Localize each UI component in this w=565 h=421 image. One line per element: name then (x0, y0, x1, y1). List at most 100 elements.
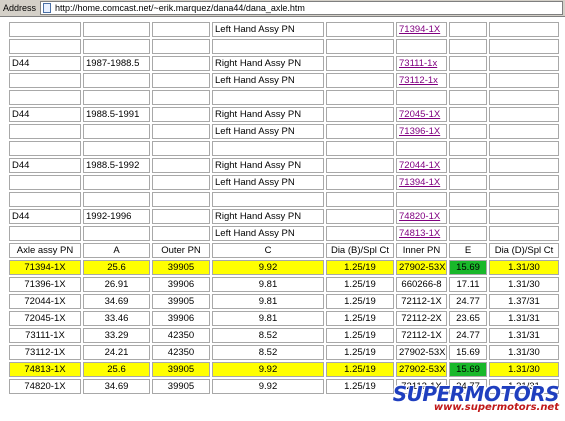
spec-cell: 71394-1X (9, 260, 81, 275)
spec-cell: 72112-2X (396, 311, 447, 326)
assy-row: Left Hand Assy PN 71394-1X (9, 22, 559, 37)
side-cell (212, 141, 324, 156)
empty-cell (152, 175, 210, 190)
part-number-link[interactable]: 71396-1X (399, 126, 440, 137)
address-input[interactable]: http://home.comcast.net/~erik.marquez/da… (40, 1, 563, 15)
empty-cell (326, 56, 394, 71)
empty-cell (449, 209, 487, 224)
specs-row: 74813-1X 25.6 39905 9.92 1.25/19 27902-53X 15.… (9, 362, 559, 377)
page-icon (43, 3, 51, 13)
spec-cell: 17.11 (449, 277, 487, 292)
assy-row: D44 1987-1988.5 Right Hand Assy PN 73111-1x (9, 56, 559, 71)
specs-row: 72044-1X 34.69 39905 9.81 1.25/19 72112-1X 24.… (9, 294, 559, 309)
side-cell: Right Hand Assy PN (212, 209, 324, 224)
spec-cell: 1.31/30 (489, 260, 559, 275)
spec-cell: 9.81 (212, 311, 324, 326)
assy-row (9, 141, 559, 156)
empty-cell (326, 192, 394, 207)
empty-cell (449, 124, 487, 139)
address-bar: Address http://home.comcast.net/~erik.ma… (0, 0, 565, 17)
spec-cell: 72112-1X (396, 379, 447, 394)
spec-cell: 33.46 (83, 311, 150, 326)
side-cell (212, 90, 324, 105)
part-number-link[interactable]: 71394-1X (399, 24, 440, 35)
spec-cell: 1.25/19 (326, 311, 394, 326)
side-cell: Left Hand Assy PN (212, 73, 324, 88)
assy-row: Left Hand Assy PN 73112-1x (9, 73, 559, 88)
part-number-link[interactable]: 72044-1X (399, 160, 440, 171)
address-url[interactable]: http://home.comcast.net/~erik.marquez/da… (55, 3, 305, 13)
specs-row: 73112-1X 24.21 42350 8.52 1.25/19 27902-53X 15… (9, 345, 559, 360)
model-cell (9, 124, 81, 139)
spec-cell: 34.69 (83, 379, 150, 394)
pn-cell: 72044-1X (396, 158, 447, 173)
model-cell: D44 (9, 107, 81, 122)
empty-cell (489, 226, 559, 241)
part-number-link[interactable]: 74813-1X (399, 228, 440, 239)
empty-cell (326, 226, 394, 241)
spec-cell: 660266-8 (396, 277, 447, 292)
spec-cell: 15.69 (449, 362, 487, 377)
column-header: C (212, 243, 324, 258)
spec-cell: 9.81 (212, 277, 324, 292)
part-number-link[interactable]: 72045-1X (399, 109, 440, 120)
empty-cell (152, 73, 210, 88)
model-cell (9, 226, 81, 241)
empty-cell (152, 90, 210, 105)
empty-cell (489, 158, 559, 173)
years-cell: 1992-1996 (83, 209, 150, 224)
specs-row: 73111-1X 33.29 42350 8.52 1.25/19 72112-1X 24.… (9, 328, 559, 343)
part-number-link[interactable]: 73111-1x (399, 58, 437, 69)
empty-cell (489, 192, 559, 207)
spec-cell: 33.29 (83, 328, 150, 343)
spec-cell: 1.31/30 (489, 345, 559, 360)
spec-cell: 42350 (152, 328, 210, 343)
spec-cell: 39905 (152, 362, 210, 377)
spec-cell: 9.92 (212, 260, 324, 275)
empty-cell (152, 22, 210, 37)
empty-cell (449, 22, 487, 37)
spec-cell: 27902-53X (396, 260, 447, 275)
empty-cell (449, 73, 487, 88)
column-header: Dia (B)/Spl Ct (326, 243, 394, 258)
empty-cell (326, 158, 394, 173)
empty-cell (489, 90, 559, 105)
years-cell (83, 90, 150, 105)
spec-cell: 9.92 (212, 362, 324, 377)
side-cell (212, 39, 324, 54)
pn-cell: 71396-1X (396, 124, 447, 139)
empty-cell (326, 39, 394, 54)
empty-cell (152, 141, 210, 156)
spec-cell: 9.92 (212, 379, 324, 394)
empty-cell (449, 107, 487, 122)
empty-cell (152, 124, 210, 139)
empty-cell (152, 192, 210, 207)
specs-row: 72045-1X 33.46 39906 9.81 1.25/19 72112-2X 23.… (9, 311, 559, 326)
empty-cell (449, 90, 487, 105)
model-cell (9, 192, 81, 207)
empty-cell (489, 39, 559, 54)
spec-cell: 74813-1X (9, 362, 81, 377)
spec-cell: 72112-1X (396, 294, 447, 309)
empty-cell (152, 107, 210, 122)
part-number-link[interactable]: 73112-1x (399, 75, 438, 86)
column-header: Inner PN (396, 243, 447, 258)
years-cell (83, 226, 150, 241)
spec-cell: 1.25/19 (326, 277, 394, 292)
pn-cell: 73112-1x (396, 73, 447, 88)
assy-row (9, 39, 559, 54)
empty-cell (449, 226, 487, 241)
spec-cell: 39906 (152, 277, 210, 292)
specs-row: 71396-1X 26.91 39906 9.81 1.25/19 660266-8 17.… (9, 277, 559, 292)
part-number-link[interactable]: 74820-1X (399, 211, 440, 222)
spec-cell: 72044-1X (9, 294, 81, 309)
spec-cell: 1.25/19 (326, 294, 394, 309)
spec-cell: 73112-1X (9, 345, 81, 360)
part-number-link[interactable]: 71394-1X (399, 177, 440, 188)
model-cell (9, 22, 81, 37)
spec-cell: 1.25/19 (326, 379, 394, 394)
spec-cell: 24.77 (449, 294, 487, 309)
model-cell (9, 39, 81, 54)
empty-cell (449, 141, 487, 156)
side-cell: Left Hand Assy PN (212, 22, 324, 37)
